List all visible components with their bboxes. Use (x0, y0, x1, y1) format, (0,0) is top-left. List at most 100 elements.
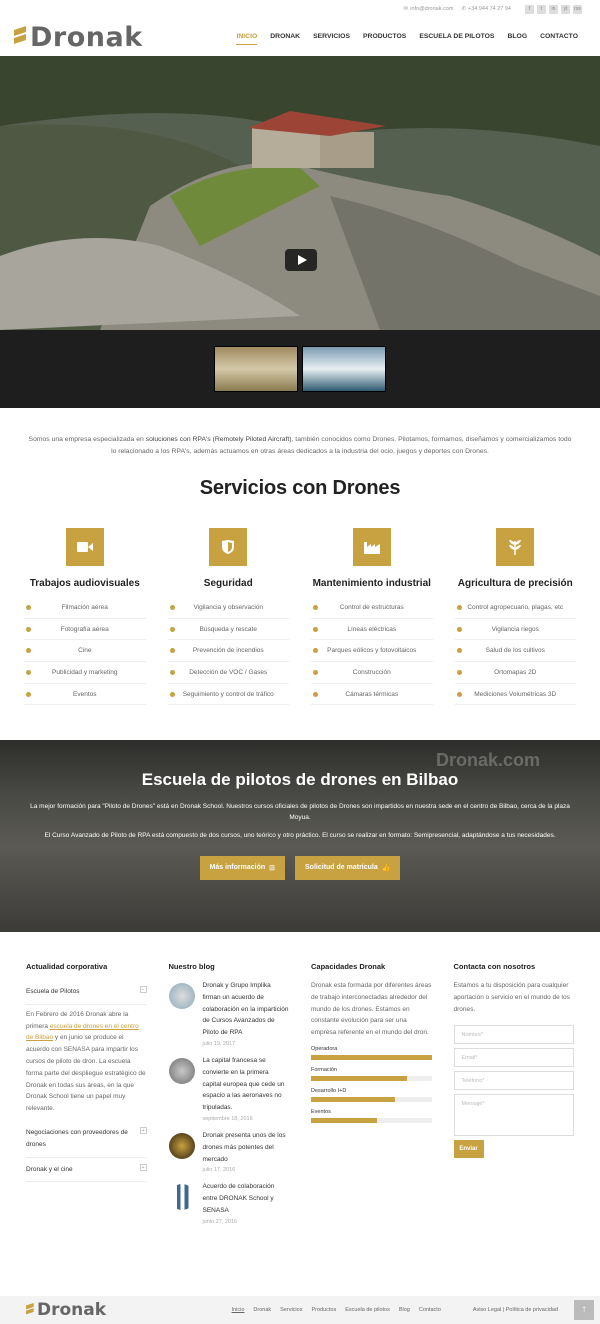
service-item[interactable]: Vigilancia y observación (167, 597, 289, 619)
skill-bar (311, 1075, 432, 1081)
nav-item-servicios[interactable]: SERVICIOS (313, 29, 350, 45)
factory-icon (352, 528, 391, 566)
nav-item-dronak[interactable]: DRONAK (270, 29, 300, 45)
footer-columns: Actualidad corporativa Escuela de Piloto… (0, 962, 600, 1233)
arrow-right-icon: ⊡ (269, 864, 276, 872)
footer-nav-item[interactable]: Dronak (253, 1307, 271, 1313)
service-item[interactable]: Salud de los cultivos (454, 640, 576, 663)
service-column-agricultura: Agricultura de precisión Control agropec… (454, 528, 576, 706)
blog-post[interactable]: Dronak presenta unos de los drones más p… (168, 1130, 290, 1175)
back-to-top-button[interactable]: ↑ (574, 1300, 594, 1320)
service-title: Agricultura de precisión (457, 578, 573, 589)
logo-mark-icon (14, 26, 26, 44)
blog-post[interactable]: La capital francesa se convierte en la p… (168, 1055, 290, 1124)
hero-video[interactable] (0, 56, 600, 330)
footer-nav-item[interactable]: Blog (399, 1307, 410, 1313)
service-item[interactable]: Búsqueda y rescate (167, 619, 289, 641)
skill-label: Operadora (311, 1045, 338, 1052)
twitter-icon[interactable]: t (537, 4, 546, 14)
logo-mark-icon (26, 1303, 34, 1315)
hero-landscape-image (0, 56, 600, 330)
services-grid: Trabajos audiovisuales Filmación aérea F… (0, 500, 600, 706)
service-item[interactable]: Eventos (24, 684, 146, 706)
email-field[interactable]: Email* (453, 1048, 574, 1068)
service-item[interactable]: Control agropecuario, plagas, etc (454, 597, 576, 619)
name-field[interactable]: Nombre* (453, 1025, 574, 1045)
blog-post[interactable]: Dronak y Grupo Implika firman un acuerdo… (168, 980, 290, 1049)
minus-icon: − (139, 986, 147, 993)
social-links: f t in yt rss (525, 4, 582, 14)
service-column-seguridad: Seguridad Vigilancia y observación Búsqu… (167, 528, 289, 706)
footer-nav-item[interactable]: Escuela de pilotos (345, 1307, 390, 1313)
contact-text: Estamos a tu disposición para cualquier … (453, 982, 570, 1013)
service-item[interactable]: Construcción (311, 662, 433, 684)
legal-links[interactable]: Aviso Legal | Política de privacidad (473, 1307, 558, 1313)
footer-nav: Inicio Dronak Servicios Productos Escuel… (232, 1307, 441, 1313)
skill-bar (311, 1096, 432, 1102)
school-banner: Dronak.com Escuela de pilotos de drones … (0, 740, 600, 932)
more-info-button[interactable]: Más información ⊡ (199, 855, 286, 880)
service-item[interactable]: Parques eólicos y fotovoltaicos (311, 640, 433, 663)
email-contact[interactable]: ✉ info@dronak.com (404, 6, 454, 12)
play-button[interactable] (285, 249, 317, 271)
service-item[interactable]: Control de estructuras (311, 597, 433, 619)
service-item[interactable]: Cine (24, 640, 146, 663)
service-item[interactable]: Filmación aérea (24, 597, 146, 619)
header: Dronak INICIO DRONAK SERVICIOS PRODUCTOS… (0, 18, 600, 56)
linkedin-icon[interactable]: in (549, 4, 558, 14)
leaf-icon (496, 528, 535, 566)
footer-nav-item[interactable]: Productos (311, 1307, 336, 1313)
service-item[interactable]: Fotografía aérea (24, 619, 146, 641)
rss-icon[interactable]: rss (573, 4, 582, 14)
service-title: Trabajos audiovisuales (29, 578, 140, 589)
footer-nav-item[interactable]: Contacto (419, 1307, 441, 1313)
blog-post[interactable]: Acuerdo de colaboración entre DRONAK Sch… (168, 1181, 290, 1226)
contact-title: Contacta con nosotros (453, 962, 536, 971)
footer-nav-item[interactable]: Inicio (232, 1307, 245, 1313)
contact-column: Contacta con nosotros Estamos a tu dispo… (453, 962, 574, 1233)
phone-contact[interactable]: ✆ +34 944 74 27 94 (461, 6, 511, 12)
accordion-item[interactable]: Escuela de Pilotos − (26, 980, 147, 1005)
service-item[interactable]: Publicidad y marketing (24, 662, 146, 684)
service-item[interactable]: Mediciones Volumétricas 3D (454, 684, 576, 706)
school-text: La mejor formación para "Piloto de Drone… (30, 803, 570, 821)
accordion-item[interactable]: Negociaciones con proveedores de drones + (26, 1121, 147, 1158)
service-item[interactable]: Detección de VOC / Gases (167, 662, 289, 684)
capabilities-column: Capacidades Dronak Dronak esta formada p… (311, 962, 432, 1233)
blog-thumbnail (168, 983, 195, 1009)
facebook-icon[interactable]: f (525, 4, 534, 14)
enroll-button[interactable]: Solicitud de matrícula 👍 (295, 855, 401, 880)
logo[interactable]: Dronak (14, 22, 143, 53)
footer-nav-item[interactable]: Servicios (280, 1307, 302, 1313)
message-field[interactable]: Mensaje* (453, 1094, 574, 1137)
service-item[interactable]: Cámaras térmicas (311, 684, 433, 706)
blog-column: Nuestro blog Dronak y Grupo Implika firm… (168, 962, 290, 1233)
service-title: Seguridad (203, 578, 253, 589)
service-item[interactable]: Vigilancia riegos (454, 619, 576, 641)
service-item[interactable]: Ortomapas 2D (454, 662, 576, 684)
video-thumbnail[interactable] (302, 346, 386, 392)
service-item[interactable]: Prevención de incendios (167, 640, 289, 663)
envelope-icon: ✉ (403, 6, 409, 12)
blog-title: Nuestro blog (168, 962, 215, 971)
bottom-bar: Dronak Inicio Dronak Servicios Productos… (0, 1296, 600, 1324)
footer-logo[interactable]: Dronak (26, 1300, 106, 1320)
skill-bar-fill (311, 1054, 432, 1060)
services-title: Servicios con Drones (199, 477, 401, 499)
youtube-icon[interactable]: yt (561, 4, 570, 14)
nav-item-blog[interactable]: BLOG (507, 29, 527, 45)
nav-item-productos[interactable]: PRODUCTOS (363, 29, 406, 45)
phone-icon: ✆ (461, 6, 467, 12)
nav-item-contacto[interactable]: CONTACTO (540, 29, 578, 45)
send-button[interactable]: Enviar (453, 1140, 484, 1159)
nav-item-inicio[interactable]: INICIO (236, 29, 258, 45)
news-title: Actualidad corporativa (26, 962, 108, 971)
phone-field[interactable]: Teléfono* (453, 1071, 574, 1091)
video-thumbnail[interactable] (214, 346, 298, 392)
video-camera-icon (65, 528, 104, 566)
service-item[interactable]: Líneas eléctricas (311, 619, 433, 641)
service-column-audiovisual: Trabajos audiovisuales Filmación aérea F… (24, 528, 146, 706)
accordion-item[interactable]: Dronak y el cine + (26, 1158, 147, 1183)
nav-item-escuela[interactable]: ESCUELA DE PILOTOS (419, 29, 494, 45)
service-item[interactable]: Seguimiento y control de tráfico (167, 684, 289, 706)
